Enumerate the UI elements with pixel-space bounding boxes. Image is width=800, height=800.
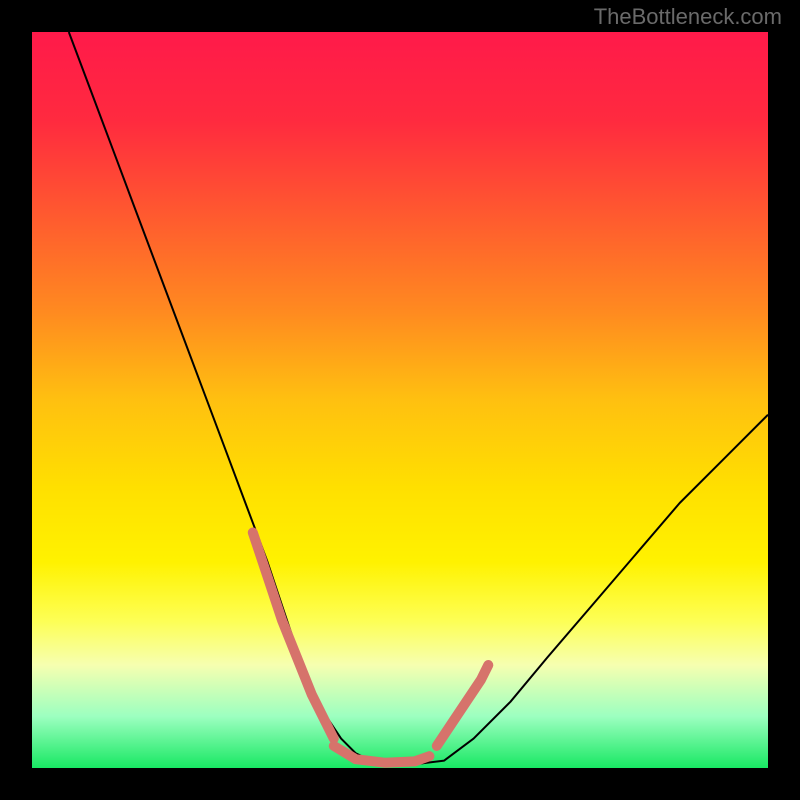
watermark-text: TheBottleneck.com bbox=[594, 4, 782, 30]
gradient-background bbox=[32, 32, 768, 768]
bottleneck-chart bbox=[32, 32, 768, 768]
